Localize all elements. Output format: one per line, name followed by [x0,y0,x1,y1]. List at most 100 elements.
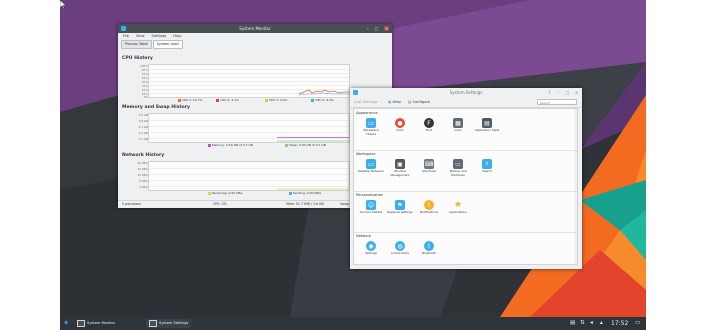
tab-process-table[interactable]: Process Table [121,40,152,49]
network-legend: Receiving: 0.00 KB/s Sending: 0.00 KB/s [208,191,321,195]
group-title: Personalization [356,193,384,197]
applications-icon: ★ [453,200,463,210]
memory-swatch [208,143,211,147]
status-processes: 5 processes [122,202,141,206]
system-settings-window[interactable]: System Settings ? – ▢ × ◂ All Settings ▣… [350,88,582,269]
settings-categories: Appearance ▭ Workspace Theme ● Color F Font… [353,108,578,265]
notifications-icon: ! [424,200,434,210]
clock[interactable]: 17:52 [611,317,628,330]
group-workspace: Workspace ▭ Desktop Behavior ▣ Window Mana… [354,152,577,188]
expand-tray-icon[interactable]: ▴ [600,317,603,330]
right-margin [646,0,708,330]
group-appearance: Appearance ▭ Workspace Theme ● Color F Font… [354,111,577,147]
mouse-cursor-icon [60,0,66,9]
network-tick: 8 KB/s [139,179,148,183]
network-tray-icon[interactable]: ⇅ [580,317,585,330]
settings-item[interactable]: ☺ Account Details [358,200,384,215]
menu-settings[interactable]: Settings [152,34,167,38]
settings-item[interactable]: ★ Applications [445,200,471,215]
settings-item[interactable]: ᛒ Bluetooth [416,241,442,256]
menu-help[interactable]: Help [173,34,181,38]
memory-history-plot: 3.6 GB 2.8 GB 2.1 GB 1.4 GB 0.7 GB [139,113,350,143]
close-icon[interactable]: × [384,26,389,31]
settings-item[interactable]: ▭ Workspace Theme [358,118,384,136]
configure-label: Configure [412,100,430,104]
swap-legend-text: Swap: 0.00 GB of 3.7 GB [288,143,326,147]
sysmon-titlebar[interactable]: System Monitor – ▢ × [118,24,392,33]
settings-close-icon[interactable]: × [574,90,579,95]
help-label: Help [392,100,401,104]
desktop[interactable]: System Monitor – ▢ × File View Settings Hel… [60,0,646,317]
all-settings-label: All Settings [356,100,378,104]
settings-item[interactable]: ▤ Application Style [474,118,500,133]
receiving-swatch [208,191,211,195]
task-system-settings[interactable]: System Settings [146,319,192,328]
memory-tick: 2.8 GB [138,119,148,123]
sending-swatch [288,191,292,195]
settings-minimize-icon[interactable]: – [556,90,561,95]
settings-item[interactable]: ▭ Startup and Shutdown [445,159,471,177]
left-margin [0,0,60,330]
settings-maximize-icon[interactable]: ▢ [565,90,570,95]
settings-item[interactable]: ◍ Connectivity [387,241,413,256]
settings-help-icon[interactable]: ? [547,90,552,95]
receiving-legend-text: Receiving: 0.00 KB/s [212,191,243,195]
help-button[interactable]: ▣ Help [388,99,401,105]
settings-item[interactable]: F Font [416,118,442,133]
settings-item[interactable]: ⌨ Shortcuts [416,159,442,174]
network-history-plot: 20 KB/s 16 KB/s 12 KB/s 8 KB/s 4 KB/s [137,161,350,191]
settings-title: System Settings [449,90,483,95]
cpu3-swatch [264,98,268,102]
sysmon-task-icon [77,319,85,327]
minimize-icon[interactable]: – [365,26,370,31]
show-desktop-icon[interactable]: ▭ [635,317,640,330]
status-memory: Mem: 51.7 MiB / 3.6 GB [286,202,324,206]
menu-view[interactable]: View [136,34,145,38]
shortcuts-icon: ⌨ [424,159,434,169]
volume-icon[interactable]: ◂ [590,317,593,330]
task-system-monitor[interactable]: System Monitor [74,319,118,328]
all-settings-button[interactable]: ◂ All Settings [354,99,377,105]
group-title: Appearance [356,111,378,115]
settings-item[interactable]: ● Color [387,118,413,133]
settings-search-input[interactable]: Search [537,98,577,105]
sysmon-title: System Monitor [239,26,271,31]
settings-item[interactable]: ⚑ Regional Settings [387,200,413,215]
settings-item[interactable]: ▦ Icons [445,118,471,133]
app-launcher-icon[interactable]: ◈ [64,317,68,330]
tab-system-load[interactable]: System Load [152,40,183,49]
network-history-title: Network History [122,153,165,158]
network-graph [277,188,349,190]
regional-settings-icon: ⚑ [395,200,405,210]
group-personalization: Personalization ☺ Account Details ⚑ Region… [354,193,577,229]
status-cpu: CPU: 2% [213,202,227,206]
network-tick: 12 KB/s [137,173,148,177]
settings-item[interactable]: ◉ Settings [358,241,384,256]
cpu2-legend: CPU 2: 4.1% [220,98,239,102]
settings-item[interactable]: ▣ Window Management [387,159,413,177]
cpu-legend: CPU 1: 12.7% CPU 2: 4.1% CPU 3: 0.5% CPU… [178,98,334,102]
settings-item[interactable]: ▭ Desktop Behavior [358,159,384,174]
font-icon: F [424,118,434,128]
menu-file[interactable]: File [123,34,129,38]
memory-legend: Memory: 0.59 GB of 3.7 GB Swap: 0.00 GB … [208,143,326,147]
cpu4-legend: CPU 4: 6.3% [315,98,334,102]
settings-item[interactable]: ! Notifications [416,200,442,215]
sysmon-tabs: Process Table System Load [121,40,184,49]
window-management-icon: ▣ [395,159,405,169]
maximize-icon[interactable]: ▢ [374,26,379,31]
startup-shutdown-icon: ▭ [453,159,463,169]
cpu-history-plot: 100% 87% 75% 62% 50% 37% 25% 12% 0% [140,64,350,99]
settings-toolbar: ◂ All Settings ▣ Help ▤ Configure Search [350,97,582,108]
cpu1-swatch [178,98,181,102]
memory-tick: 1.4 GB [138,131,148,135]
bluetooth-icon: ᛒ [424,241,434,251]
group-title: Workspace [356,152,376,156]
settings-app-icon[interactable] [353,90,358,95]
settings-item[interactable]: ⌕ Search [474,159,500,174]
cpu4-swatch [311,98,315,102]
icons-icon: ▦ [453,118,463,128]
configure-button[interactable]: ▤ Configure [408,99,430,105]
sysmon-app-icon[interactable] [121,26,126,31]
clipboard-icon[interactable]: ▤ [570,317,575,330]
